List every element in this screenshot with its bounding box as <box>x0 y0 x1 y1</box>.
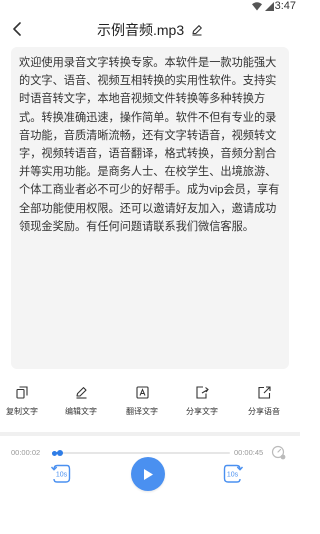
edit-text-label: 编辑文字 <box>65 407 97 416</box>
current-time: 00:00:02 <box>11 448 41 457</box>
copy-icon <box>16 385 28 399</box>
transcript-text: 欢迎使用录音文字转换专家。本软件是一款功能强大的文字、语音、视频互相转换的实用性… <box>19 57 280 233</box>
share-icon <box>257 385 271 399</box>
rewind-10s-button[interactable]: 10s <box>48 463 72 485</box>
speed-icon[interactable] <box>270 444 288 462</box>
page-title: 示例音频.mp3 <box>96 22 185 38</box>
nav-bar: 示例音频.mp3 <box>0 14 300 44</box>
translate-icon <box>135 385 149 399</box>
share-text-label: 分享文字 <box>186 407 218 416</box>
play-button[interactable] <box>131 457 165 491</box>
title-area: 示例音频.mp3 <box>0 20 300 40</box>
forward-icon: 10s <box>223 464 244 483</box>
share-audio-label: 分享语音 <box>248 407 280 416</box>
rewind-icon: 10s <box>50 464 71 483</box>
status-bar: 3:47 <box>0 0 300 14</box>
translate-text-button[interactable]: 翻译文字 <box>117 385 167 417</box>
status-time: 3:47 <box>274 0 296 12</box>
action-toolbar: 复制文字 编辑文字 翻译文字 分享文字 分享语音 <box>0 385 300 421</box>
edit-text-button[interactable]: 编辑文字 <box>56 385 106 417</box>
progress-knob[interactable] <box>56 450 63 456</box>
share-text-button[interactable]: 分享文字 <box>177 385 227 417</box>
rewind-label: 10s <box>56 472 68 479</box>
share-icon <box>195 385 209 399</box>
total-time: 00:00:45 <box>234 448 264 457</box>
forward-10s-button[interactable]: 10s <box>222 463 246 485</box>
copy-text-button[interactable]: 复制文字 <box>0 385 47 417</box>
wifi-icon <box>252 2 262 11</box>
status-icons <box>252 2 274 11</box>
translate-text-label: 翻译文字 <box>126 407 158 416</box>
pencil-icon[interactable] <box>191 24 203 36</box>
transcript-card[interactable]: 欢迎使用录音文字转换专家。本软件是一款功能强大的文字、语音、视频互相转换的实用性… <box>11 47 289 369</box>
copy-text-label: 复制文字 <box>6 407 38 416</box>
progress-bar[interactable] <box>52 450 230 456</box>
divider <box>0 432 300 436</box>
pencil-icon <box>75 386 87 399</box>
forward-label: 10s <box>227 472 239 479</box>
play-icon <box>144 468 153 480</box>
signal-icon <box>265 2 274 11</box>
share-audio-button[interactable]: 分享语音 <box>239 385 289 417</box>
